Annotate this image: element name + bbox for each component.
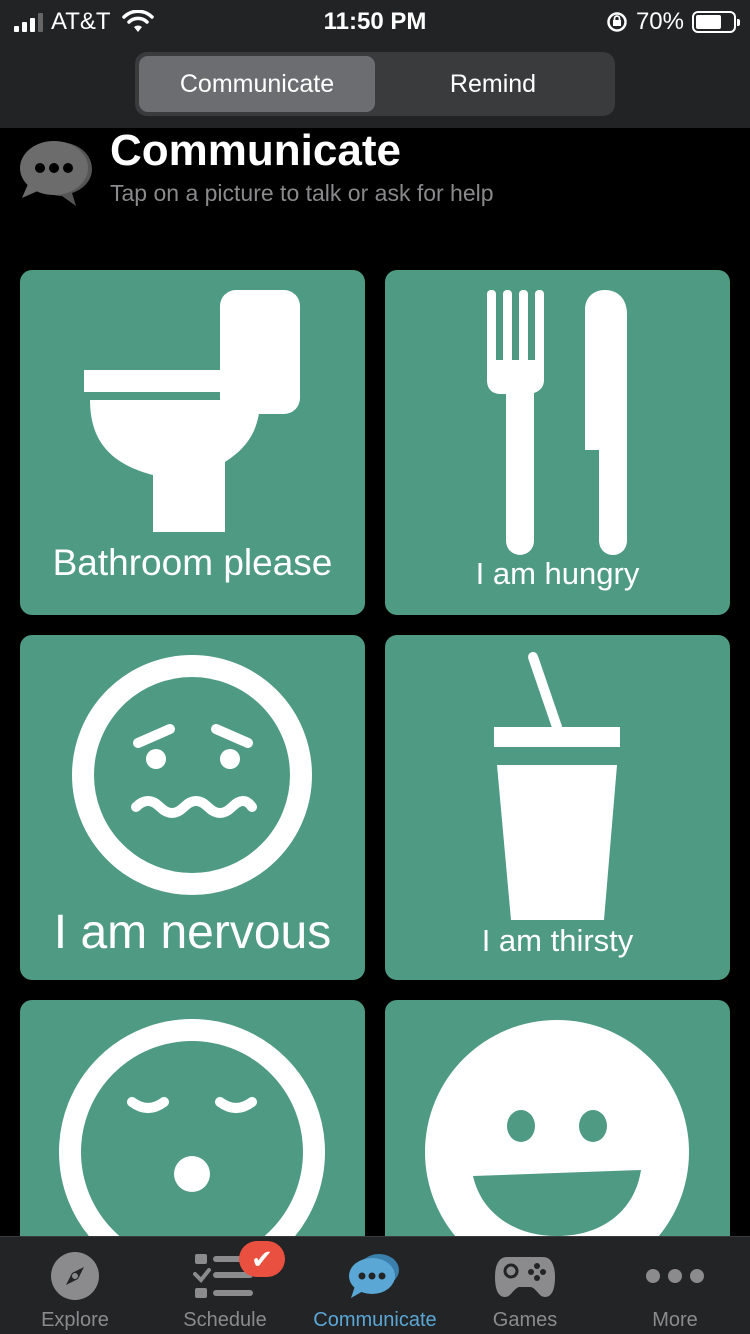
tab-communicate[interactable]: Communicate [300,1237,450,1334]
tab-games[interactable]: Games [450,1237,600,1334]
rotation-lock-icon [607,12,627,32]
segment-remind[interactable]: Remind [375,56,611,112]
battery-group: 70% [606,8,740,36]
card-bathroom[interactable]: Bathroom please [20,270,365,615]
communication-grid: Bathroom please I am hungry I am nervous [20,270,730,1236]
card-nervous[interactable]: I am nervous [20,635,365,980]
tab-bar: Explore ✔ Schedule Communicate Games Mor… [0,1236,750,1334]
schedule-badge: ✔ [239,1241,285,1277]
card-sleepy[interactable] [20,1000,365,1236]
segmented-control: Communicate Remind [135,52,615,116]
top-bar: AT&T 11:50 PM 70% Communicate Remind [0,0,750,128]
card-happy[interactable] [385,1000,730,1236]
sleepy-face-icon [59,1019,325,1236]
card-label: Bathroom please [52,542,333,583]
tab-label: Schedule [183,1309,267,1331]
more-dots-icon [646,1269,704,1283]
section-header: Communicate Tap on a picture to talk or … [0,126,750,228]
page-title: Communicate [110,126,401,175]
battery-icon [692,11,740,33]
chat-bubbles-icon [349,1254,399,1298]
tab-label: Communicate [313,1309,437,1331]
page-subtitle: Tap on a picture to talk or ask for help [110,180,494,206]
tab-explore[interactable]: Explore [0,1237,150,1334]
tab-label: Explore [41,1309,109,1331]
segment-communicate[interactable]: Communicate [139,56,375,112]
card-label: I am thirsty [481,923,634,958]
battery-percent: 70% [635,8,684,35]
gamepad-icon [495,1257,555,1297]
card-thirsty[interactable]: I am thirsty [385,635,730,980]
card-label: I am nervous [53,906,332,959]
tab-more[interactable]: More [600,1237,750,1334]
compass-icon [51,1252,99,1300]
chat-bubbles-icon [20,141,92,206]
card-label: I am hungry [475,556,640,591]
tab-schedule[interactable]: ✔ Schedule [150,1237,300,1334]
tab-label: More [652,1309,698,1331]
status-bar: AT&T 11:50 PM 70% [0,0,750,44]
tab-label: Games [492,1309,558,1331]
card-hungry[interactable]: I am hungry [385,270,730,615]
happy-face-icon [425,1020,689,1236]
